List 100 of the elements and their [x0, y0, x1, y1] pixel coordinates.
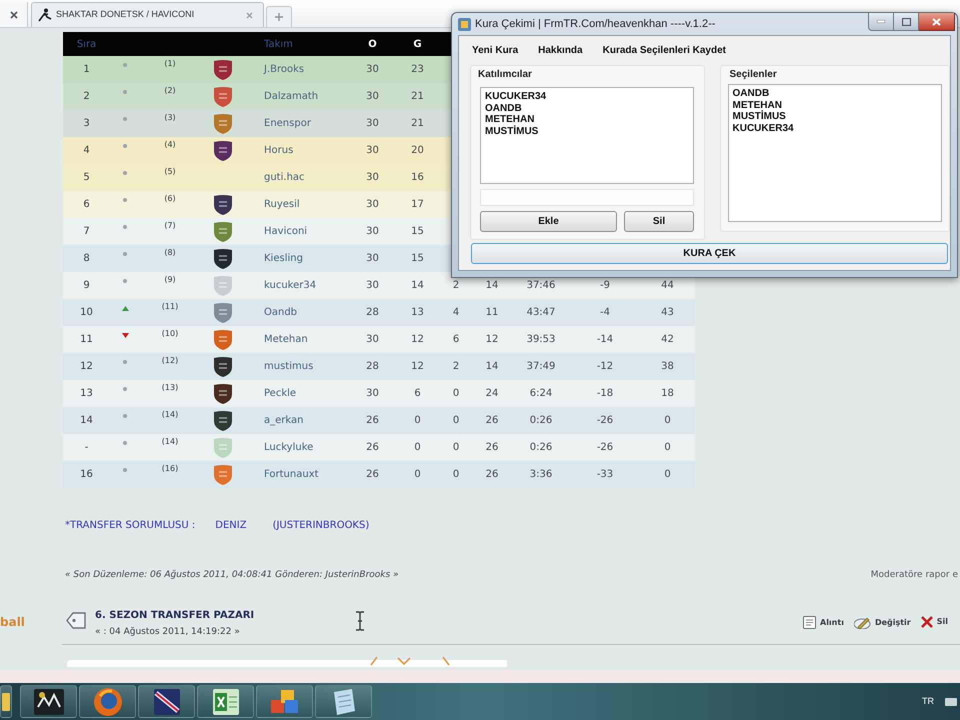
team-name[interactable]: Horus: [264, 143, 294, 158]
maximize-button[interactable]: [894, 13, 919, 31]
taskbar-button[interactable]: [138, 685, 195, 718]
remove-button[interactable]: Sil: [624, 211, 694, 232]
rank-number: 16: [80, 468, 93, 482]
report-link[interactable]: Moderatöre rapor e: [870, 569, 958, 583]
close-button[interactable]: [919, 13, 955, 31]
list-item[interactable]: MUSTİMUS: [485, 126, 538, 137]
bracket-number: (14): [162, 410, 178, 420]
taskbar-button[interactable]: [20, 685, 77, 718]
stat-value: 30: [366, 333, 379, 347]
team-name[interactable]: Kiesling: [264, 251, 303, 266]
stat-value: 21: [411, 90, 424, 104]
picture-icon: [154, 688, 180, 714]
bracket-number: (10): [162, 329, 178, 339]
team-name[interactable]: Dalzamath: [264, 89, 318, 104]
team-name[interactable]: Metehan: [264, 332, 308, 347]
browser-tab[interactable]: [0, 2, 28, 27]
stat-value: 20: [411, 144, 424, 158]
dot-icon: [123, 252, 127, 256]
list-item[interactable]: OANDB: [485, 102, 522, 114]
bracket-number: (14): [162, 437, 178, 447]
bracket-number: (11): [162, 302, 178, 312]
bracket-number: (9): [164, 275, 176, 285]
team-name[interactable]: Luckyluke: [264, 440, 314, 455]
list-item[interactable]: OANDB: [732, 88, 770, 100]
minimize-icon: [877, 20, 885, 23]
add-button[interactable]: Ekle: [480, 211, 617, 232]
stat-value: 11: [486, 306, 498, 320]
list-box[interactable]: OANDB METEHAN MUSTİMUS KUCUKER34: [728, 84, 942, 222]
media-icon: [34, 688, 64, 714]
stat-value: 26: [366, 441, 379, 455]
stat-value: 0:26: [530, 414, 552, 428]
delete-icon: [920, 616, 933, 628]
menu-item[interactable]: Yeni Kura: [472, 42, 518, 58]
team-name[interactable]: Peckle: [264, 386, 296, 401]
bracket-number: (16): [162, 464, 178, 474]
taskbar-button[interactable]: [197, 685, 254, 718]
stat-value: 0:26: [530, 441, 552, 455]
team-name[interactable]: Haviconi: [264, 224, 308, 239]
tray-icon[interactable]: [945, 698, 957, 706]
folder-icon: [2, 692, 10, 710]
team-name[interactable]: guti.hac: [264, 170, 305, 185]
post-date: « : 04 Ağustos 2011, 14:19:22 »: [95, 626, 241, 639]
minimize-button[interactable]: [868, 13, 894, 31]
dot-icon: [123, 90, 127, 94]
column-header: G: [413, 38, 422, 52]
delete-button[interactable]: Sil: [920, 616, 948, 628]
team-name[interactable]: J.Brooks: [264, 62, 304, 77]
edit-button[interactable]: Değiştir: [854, 616, 911, 629]
stat-value: 37:49: [526, 360, 556, 374]
rank-number: 13: [80, 387, 93, 401]
taskbar-button[interactable]: [0, 685, 12, 718]
team-name[interactable]: Enenspor: [264, 116, 311, 131]
bracket-number: (8): [164, 248, 176, 258]
list-box[interactable]: KUCUKER34 OANDB METEHAN MUSTİMUS: [480, 87, 694, 184]
list-item[interactable]: KUCUKER34: [732, 122, 794, 134]
close-icon[interactable]: [10, 10, 18, 18]
stat-value: 12: [486, 333, 498, 347]
stat-value: 0: [664, 414, 671, 428]
rank-number: 2: [83, 90, 90, 104]
team-name[interactable]: Oandb: [264, 305, 298, 320]
stat-value: -14: [596, 333, 614, 347]
stat-value: 14: [486, 279, 498, 293]
rank-number: -: [84, 441, 88, 455]
list-item[interactable]: MUSTİMUS: [732, 111, 786, 122]
stat-value: 0: [664, 468, 671, 482]
list-item[interactable]: METEHAN: [732, 100, 782, 111]
list-item[interactable]: KUCUKER34: [485, 91, 546, 102]
draw-button[interactable]: KURA ÇEK: [471, 243, 948, 264]
bracket-number: (1): [164, 59, 176, 69]
stat-value: 43:47: [526, 306, 556, 320]
team-name[interactable]: a_erkan: [264, 413, 304, 428]
dot-icon: [123, 225, 127, 229]
dot-icon: [123, 441, 127, 445]
quote-button[interactable]: Alıntı: [803, 616, 844, 629]
stat-value: -4: [600, 306, 610, 320]
notepad-icon: [332, 688, 356, 714]
stat-value: 0: [664, 441, 671, 455]
menu-item[interactable]: Kurada Seçilenleri Kaydet: [602, 42, 726, 58]
browser-tab[interactable]: SHAKTAR DONETSK / HAVICONI: [31, 2, 264, 27]
list-item[interactable]: METEHAN: [485, 114, 534, 126]
new-tab-button[interactable]: [266, 6, 292, 27]
team-name[interactable]: kucuker34: [264, 278, 316, 293]
team-name[interactable]: Fortunauxt: [264, 467, 319, 482]
globe-icon: [94, 688, 122, 716]
team-name[interactable]: mustimus: [264, 359, 314, 374]
staff-name: DENIZ: [215, 518, 247, 532]
stat-value: 13: [411, 306, 424, 320]
language-indicator[interactable]: TR: [922, 694, 934, 708]
rank-number: 14: [80, 414, 93, 428]
menu-item[interactable]: Hakkında: [538, 42, 583, 58]
stat-value: 0: [452, 468, 460, 482]
dot-icon: [123, 171, 127, 175]
rank-number: 5: [83, 171, 90, 185]
dot-icon: [123, 360, 127, 364]
stat-value: 30: [366, 144, 379, 158]
topic-title[interactable]: 6. SEZON TRANSFER PAZARI: [95, 608, 254, 623]
team-name[interactable]: Ruyesil: [264, 197, 300, 212]
bracket-number: (13): [162, 383, 178, 393]
